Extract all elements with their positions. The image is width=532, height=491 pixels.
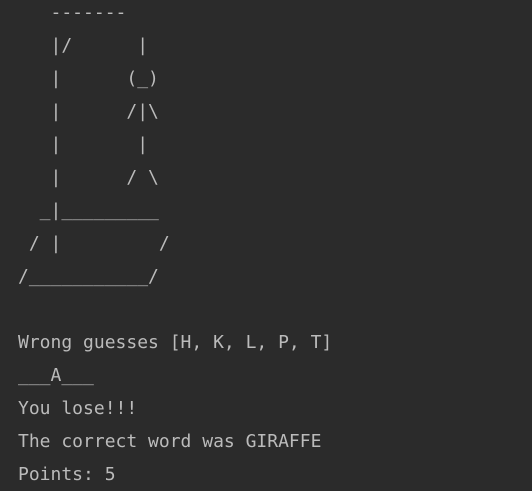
wrong-guesses-text: Wrong guesses [H, K, L, P, T] [18, 332, 333, 353]
gallows-line-4: | /|\ [18, 101, 159, 122]
gallows-line-9: /___________/ [18, 266, 159, 287]
correct-word-text: The correct word was GIRAFFE [18, 431, 322, 452]
gallows-line-3: | (_) [18, 68, 159, 89]
masked-word-text: ___A___ [18, 365, 94, 386]
gallows-line-1: ------- [18, 2, 127, 23]
console-output: ------- |/ | | (_) | /|\ | | | / \ _|___… [0, 0, 532, 487]
points-text: Points: 5 [18, 464, 116, 485]
gallows-line-6: | / \ [18, 167, 159, 188]
console-lines: ------- |/ | | (_) | /|\ | | | / \ _|___… [18, 0, 332, 491]
gallows-line-7: _|_________ [18, 200, 159, 221]
gallows-line-8: / | / [18, 233, 170, 254]
result-text: You lose!!! [18, 398, 138, 419]
gallows-line-2: |/ | [18, 35, 149, 56]
gallows-line-5: | | [18, 134, 149, 155]
